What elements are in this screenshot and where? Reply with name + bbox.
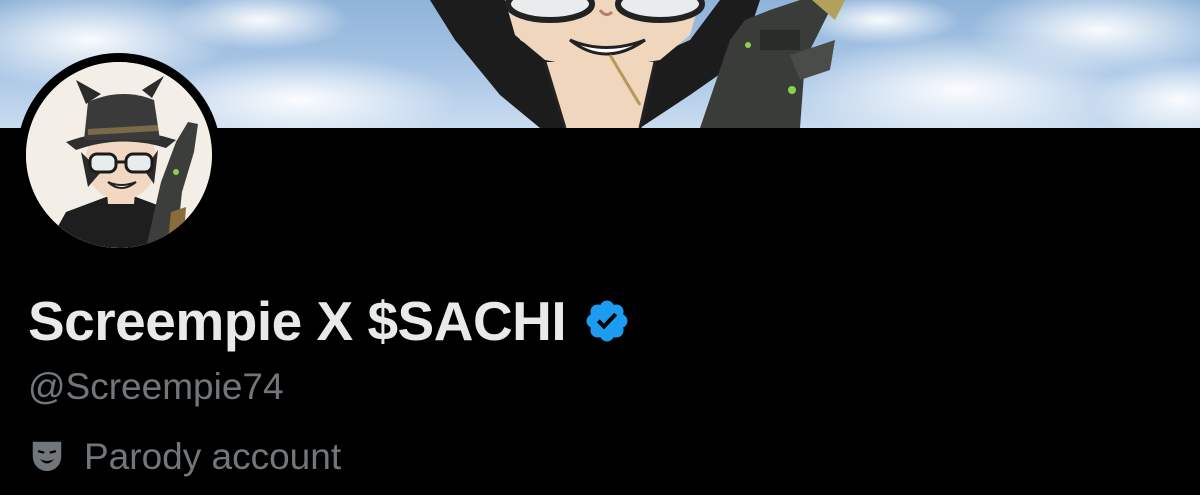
account-label-row: Parody account — [28, 433, 341, 479]
theater-mask-icon — [28, 437, 66, 475]
display-name-row: Screempie X $SACHI — [28, 283, 631, 359]
avatar-image — [26, 62, 212, 248]
user-handle: @Screempie74 — [28, 366, 284, 407]
avatar[interactable] — [26, 62, 212, 248]
parody-account-label: Parody account — [84, 435, 342, 477]
display-name: Screempie X $SACHI — [28, 289, 567, 352]
avatar-ring — [17, 53, 221, 257]
verified-badge-icon[interactable] — [583, 297, 631, 345]
